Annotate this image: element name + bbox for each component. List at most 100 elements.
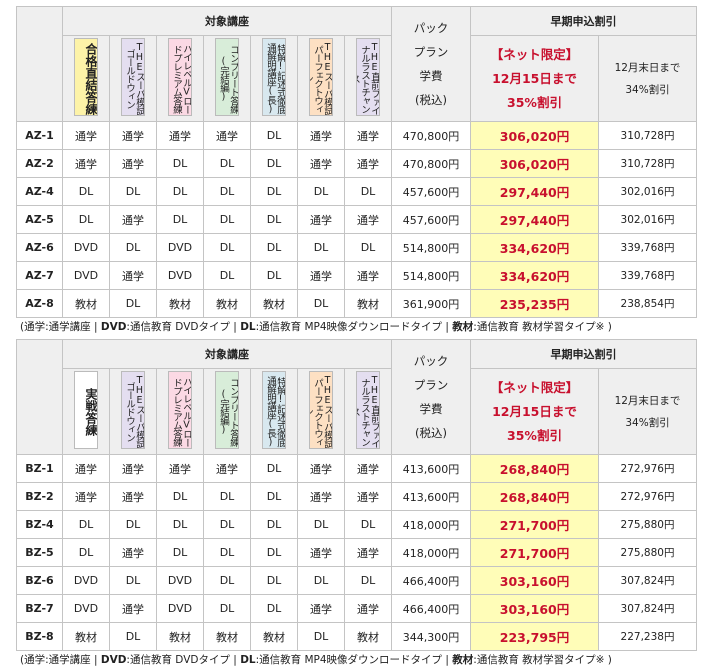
delivery-cell: 通学 — [344, 594, 392, 623]
delivery-cell: DL — [109, 622, 157, 651]
dec-discount-label: 34%割引 — [625, 416, 670, 429]
delivery-cell: 通学 — [297, 261, 345, 290]
legend-text: (通学:通学講座 | — [20, 654, 98, 666]
net-limited-label: 【ネット限定】 — [490, 46, 579, 62]
delivery-cell: DL — [156, 205, 204, 234]
delivery-cell: DL — [297, 510, 345, 539]
pack-price: 470,800円 — [391, 121, 471, 150]
legend-text: :通信教育 教材学習タイプ※ ) — [473, 654, 612, 666]
pack-price: 457,600円 — [391, 205, 471, 234]
net-price: 306,020円 — [470, 149, 599, 178]
plan-code: BZ-2 — [16, 482, 63, 511]
delivery-cell: 通学 — [344, 261, 392, 290]
pack-plan-table-b: 対象講座 パック プラン 学費 (税込) 早期申込割引 実戦答練 THEスーパ模… — [16, 339, 697, 651]
legend-text: :通信教育 MP4映像ダウンロードタイプ | — [255, 321, 449, 333]
plan-code: BZ-1 — [16, 454, 63, 483]
table-a-body: AZ-1 通学 通学 通学 通学 DL 通学 通学 470,800円 306,020円 310,72… — [16, 121, 697, 318]
delivery-cell: 通学 — [156, 121, 204, 150]
dec-discount-header: 12月末日まで 34%割引 — [598, 368, 697, 455]
delivery-cell: DL — [203, 566, 251, 595]
pack-price: 413,600円 — [391, 454, 471, 483]
table-row: AZ-1 通学 通学 通学 通学 DL 通学 通学 470,800円 306,020円 310,72… — [16, 121, 697, 150]
net-price: 303,160円 — [470, 594, 599, 623]
plan-code: AZ-8 — [16, 289, 63, 318]
dec-price: 307,824円 — [598, 566, 697, 595]
delivery-cell: 通学 — [297, 482, 345, 511]
course-cell: 実戦答練 — [62, 368, 110, 455]
delivery-cell: DL — [109, 566, 157, 595]
delivery-cell: DL — [156, 149, 204, 178]
plan-code: AZ-1 — [16, 121, 63, 150]
table-row: BZ-4 DL DL DL DL DL DL DL 418,000円 271,700円 275,88… — [16, 510, 697, 539]
net-price: 303,160円 — [470, 566, 599, 595]
pack-price: 466,400円 — [391, 566, 471, 595]
delivery-cell: DL — [203, 149, 251, 178]
course-cell: コンプリート答練(完結編) — [203, 35, 251, 122]
plan-code: AZ-2 — [16, 149, 63, 178]
net-discount-header: 【ネット限定】 12月15日まで 35%割引 — [470, 368, 599, 455]
fee-label: 学費 — [419, 402, 443, 416]
net-price: 271,700円 — [470, 538, 599, 567]
dec-price: 302,016円 — [598, 205, 697, 234]
delivery-cell: DVD — [156, 233, 204, 262]
dec-price: 238,854円 — [598, 289, 697, 318]
delivery-cell: DL — [250, 233, 298, 262]
legend-text: :通信教育 MP4映像ダウンロードタイプ | — [255, 654, 449, 666]
net-discount-label: 35%割引 — [507, 427, 562, 443]
delivery-cell: DL — [62, 205, 110, 234]
net-price: 235,235円 — [470, 289, 599, 318]
plan-code: AZ-7 — [16, 261, 63, 290]
dec-price: 302,016円 — [598, 177, 697, 206]
table-row: BZ-2 通学 通学 DL DL DL 通学 通学 413,600円 268,840円 272,97… — [16, 482, 697, 511]
table-row: BZ-5 DL 通学 DL DL DL 通学 通学 418,000円 271,700円 275,88… — [16, 538, 697, 567]
table-row: AZ-5 DL 通学 DL DL DL 通学 通学 457,600円 297,440円 302,01… — [16, 205, 697, 234]
target-courses-header: 対象講座 — [62, 6, 392, 36]
delivery-cell: 通学 — [344, 205, 392, 234]
dec-price: 227,238円 — [598, 622, 697, 651]
course-card: 特解!記述式徹底通解明講座(長) — [262, 371, 286, 449]
delivery-cell: 通学 — [297, 205, 345, 234]
plan-label: プラン — [413, 378, 449, 392]
delivery-cell: 通学 — [344, 538, 392, 567]
course-cell: ハイレベルVロードプレミアム答練 — [156, 368, 204, 455]
course-card: THE直前ファイナルラストチャンス — [356, 371, 380, 449]
delivery-cell: DL — [156, 177, 204, 206]
delivery-cell: DL — [250, 566, 298, 595]
net-price: 268,840円 — [470, 482, 599, 511]
delivery-cell: 教材 — [156, 622, 204, 651]
delivery-cell: DL — [109, 510, 157, 539]
pack-price: 418,000円 — [391, 538, 471, 567]
delivery-cell: 通学 — [297, 149, 345, 178]
delivery-cell: 教材 — [62, 622, 110, 651]
delivery-cell: DVD — [62, 233, 110, 262]
early-discount-header: 早期申込割引 — [470, 6, 697, 36]
table-row: AZ-7 DVD 通学 DVD DL DL 通学 通学 514,800円 334,620円 339,… — [16, 261, 697, 290]
delivery-cell: 通学 — [344, 149, 392, 178]
delivery-cell: DL — [203, 233, 251, 262]
course-cell: コンプリート答練(完結編) — [203, 368, 251, 455]
delivery-cell: DL — [203, 510, 251, 539]
dec-price: 339,768円 — [598, 261, 697, 290]
delivery-cell: DVD — [62, 261, 110, 290]
delivery-cell: DL — [250, 482, 298, 511]
course-card: ハイレベルVロードプレミアム答練 — [168, 38, 192, 116]
delivery-cell: DL — [109, 289, 157, 318]
delivery-cell: 通学 — [203, 121, 251, 150]
course-cell: THEスーパ模試ゴールドウィン — [109, 368, 157, 455]
course-card: 合格直結答練 — [74, 38, 98, 116]
delivery-cell: DL — [250, 149, 298, 178]
plan-code: BZ-5 — [16, 538, 63, 567]
dec-price: 275,880円 — [598, 538, 697, 567]
pack-price: 413,600円 — [391, 482, 471, 511]
course-card: THEスーパ模試ゴールドウィン — [121, 38, 145, 116]
net-discount-header: 【ネット限定】 12月15日まで 35%割引 — [470, 35, 599, 122]
plan-code: AZ-5 — [16, 205, 63, 234]
net-price: 306,020円 — [470, 121, 599, 150]
course-cell: 合格直結答練 — [62, 35, 110, 122]
delivery-cell: DL — [344, 566, 392, 595]
pack-price: 466,400円 — [391, 594, 471, 623]
delivery-cell: 通学 — [297, 594, 345, 623]
course-cell: 特解!記述式徹底通解明講座(長) — [250, 368, 298, 455]
legend-text: :通信教育 DVDタイプ | — [126, 654, 237, 666]
delivery-cell: DVD — [156, 566, 204, 595]
